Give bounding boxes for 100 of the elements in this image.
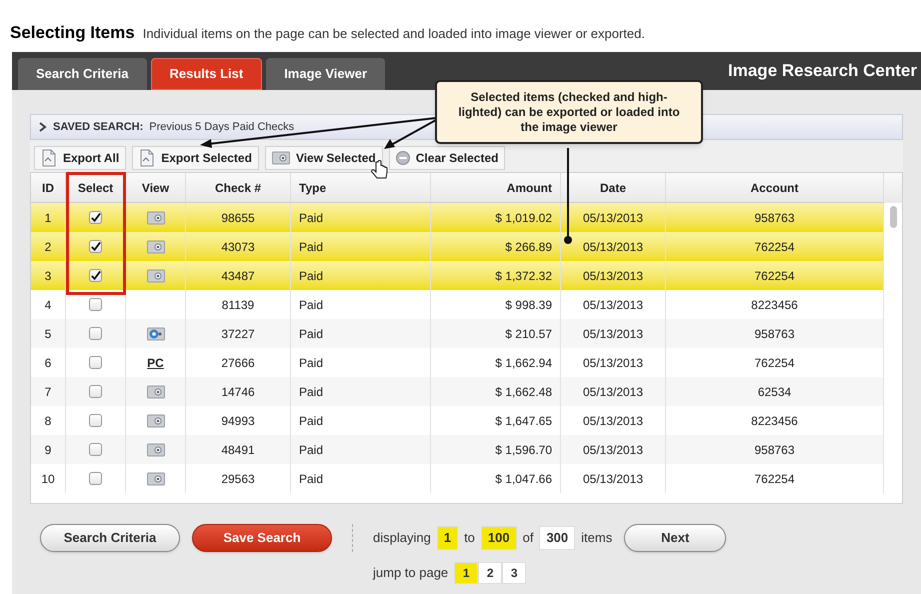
table-cell-text: 27666 (221, 354, 255, 372)
table-cell-text: Paid (299, 268, 324, 284)
checkbox[interactable] (89, 211, 102, 224)
table-cell-text: $ 1,662.48 (495, 384, 552, 400)
callout-note: Selected items (checked and high-lighted) can be exported or loaded into the image viewer (435, 80, 703, 144)
checkbox[interactable] (89, 356, 102, 369)
table-cell-text: $ 210.57 (505, 326, 552, 342)
table-cell-text: $ 998.39 (505, 296, 552, 314)
jump-label: jump to page (373, 564, 448, 582)
column-header[interactable]: Amount (506, 178, 552, 196)
table-cell-text: 4 (44, 296, 52, 314)
table-cell-text: 3 (44, 268, 52, 284)
column-header[interactable]: Select (78, 178, 114, 196)
table-cell-text: 958763 (754, 326, 795, 342)
column-header[interactable]: Account (750, 178, 798, 196)
table-cell-text: 05/13/2013 (582, 210, 644, 226)
table-cell-text: 37227 (221, 326, 255, 342)
table-cell-text: 9 (44, 442, 52, 458)
pagination-text: to (464, 529, 475, 548)
checkbox[interactable] (89, 269, 102, 282)
table-cell-text: $ 1,372.32 (495, 268, 552, 284)
highlighted-row[interactable]: 2 43073 Paid $ 266.89 05/13/2013 762254 (31, 232, 884, 261)
tab[interactable]: Image Viewer (266, 58, 386, 90)
camera-icon[interactable] (146, 268, 164, 282)
camera-icon[interactable] (146, 384, 164, 398)
table-cell-text: 10 (41, 470, 55, 488)
checkbox[interactable] (89, 240, 102, 253)
page-description: Individual items on the page can be selected and loaded into image viewer or exported. (142, 25, 645, 43)
camera-icon[interactable] (146, 240, 164, 254)
saved-search-name: Previous 5 Days Paid Checks (149, 120, 294, 135)
total-count: 300 (539, 526, 576, 550)
camera-icon (272, 151, 290, 165)
toolbar-button[interactable]: Export All (34, 146, 126, 170)
table-row[interactable]: 5 37227 Paid $ 210.57 05/13/2013 958763 (31, 319, 884, 348)
page-button[interactable]: 1 (454, 562, 478, 584)
table-cell-text: $ 1,647.65 (495, 412, 552, 430)
highlighted-row[interactable]: 1 98655 Paid $ 1,019.02 05/13/2013 958763 (31, 203, 884, 232)
table-cell-text: 62534 (758, 384, 792, 400)
table-cell-text: 43073 (221, 238, 255, 256)
table-cell-text: 8 (44, 412, 52, 430)
table-cell-text: 05/13/2013 (582, 442, 644, 458)
checkbox[interactable] (89, 385, 102, 398)
toolbar-button[interactable]: View Selected (264, 146, 383, 170)
table-cell-text: Paid (299, 296, 324, 314)
table-row[interactable]: 9 48491 Paid $ 1,596.70 05/13/2013 958763 (31, 435, 884, 464)
checkbox[interactable] (89, 327, 102, 340)
table-cell-text: 05/13/2013 (582, 238, 644, 256)
next-button[interactable]: Next (624, 524, 726, 552)
camera-icon[interactable] (146, 414, 164, 428)
table-cell-text: 29563 (221, 470, 255, 488)
camera-icon[interactable] (146, 442, 164, 456)
pagination-text: displaying (373, 529, 431, 548)
tab[interactable]: Results List (150, 58, 262, 90)
scrollbar-thumb[interactable] (890, 206, 896, 228)
checkbox[interactable] (89, 414, 102, 427)
document-icon (41, 149, 57, 167)
table-cell-text: $ 1,662.94 (495, 354, 552, 372)
page-button[interactable]: 2 (478, 562, 502, 584)
lens-camera-icon[interactable] (146, 326, 164, 340)
highlighted-row[interactable]: 3 43487 Paid $ 1,372.32 05/13/2013 762254 (31, 261, 884, 290)
table-cell-text: Paid (299, 412, 324, 430)
column-header[interactable]: View (142, 178, 170, 196)
table-cell-text: 958763 (754, 210, 795, 226)
table-cell-text: Paid (299, 470, 324, 488)
chevron-icon (39, 122, 47, 132)
table-cell-text: 05/13/2013 (582, 296, 644, 314)
table-row[interactable]: 7 14746 Paid $ 1,662.48 05/13/2013 62534 (31, 377, 884, 406)
camera-icon[interactable] (146, 210, 164, 224)
table-cell-text: 6 (44, 354, 52, 372)
table-cell-text: 7 (44, 384, 52, 400)
range-start: 1 (436, 526, 458, 550)
column-header[interactable]: Check # (214, 178, 262, 196)
column-header[interactable]: ID (42, 178, 54, 196)
camera-icon[interactable] (146, 472, 164, 486)
table-cell-text: Paid (299, 354, 324, 372)
table-cell-text: Paid (299, 210, 324, 226)
table-cell-text: 762254 (754, 354, 795, 372)
footer-button[interactable]: Save Search (192, 524, 332, 552)
table-cell-text: 05/13/2013 (582, 326, 644, 342)
footer-button[interactable]: Search Criteria (40, 524, 180, 552)
document-icon (139, 149, 156, 167)
table-cell-text: 05/13/2013 (582, 268, 644, 284)
toolbar-button[interactable]: Clear Selected (388, 146, 506, 170)
table-cell-text: 48491 (221, 442, 255, 458)
table-cell-text: 81139 (222, 296, 254, 314)
page-button[interactable]: 3 (502, 562, 526, 584)
toolbar-button[interactable]: Export Selected (132, 146, 259, 170)
column-header[interactable]: Type (299, 178, 326, 196)
checkbox[interactable] (89, 472, 102, 485)
checkbox[interactable] (89, 298, 102, 311)
table-cell-text: $ 1,019.02 (495, 210, 552, 226)
table-cell-text: 05/13/2013 (582, 354, 644, 372)
pagination-text: items (581, 529, 612, 548)
app-title: Image Research Center (728, 60, 917, 82)
checkbox[interactable] (89, 443, 102, 456)
column-header[interactable]: Date (600, 178, 626, 196)
table-cell-text: Paid (299, 326, 324, 342)
view-link[interactable]: PC (147, 354, 164, 372)
table-cell-text: 1 (44, 210, 52, 226)
tab[interactable]: Search Criteria (18, 58, 146, 90)
